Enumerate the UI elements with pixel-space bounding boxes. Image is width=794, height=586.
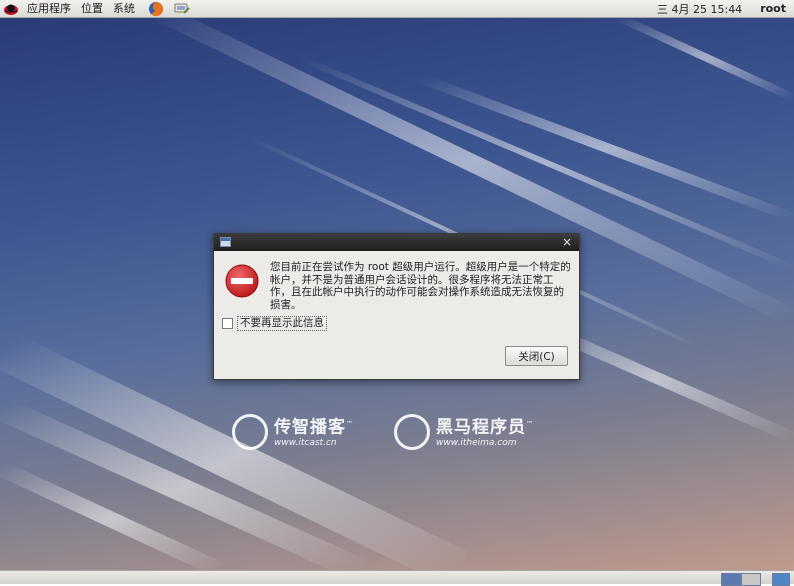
logo-itheima: 黑马程序员™ www.itheima.com [394,414,534,450]
close-button[interactable]: 关闭(C) [505,346,568,366]
menu-applications[interactable]: 应用程序 [22,0,76,18]
itheima-logo-url: www.itheima.com [436,437,517,448]
logo-itcast: 传智播客™ www.itcast.cn [232,414,354,450]
bottom-panel [0,570,794,586]
itcast-logo-name: 传智播客 [274,417,346,438]
close-icon[interactable]: × [562,235,572,249]
itcast-logo-url: www.itcast.cn [274,437,337,448]
itheima-logo-icon [394,414,430,450]
error-icon [225,264,259,298]
root-warning-dialog: × 您目前正在尝试作为 root 超级用户运行。超级用户是一个特定的帐户，并不是… [213,233,580,380]
dont-show-again-option[interactable]: 不要再显示此信息 [222,316,327,331]
clock[interactable]: 三 4月 25 15:44 [647,1,752,17]
dialog-window-icon [220,237,231,247]
menu-places[interactable]: 位置 [76,0,108,18]
firefox-icon[interactable] [148,1,164,17]
redhat-icon[interactable] [3,1,19,17]
top-panel: 应用程序 位置 系统 三 4月 25 15:44 root [0,0,794,18]
dialog-message: 您目前正在尝试作为 root 超级用户运行。超级用户是一个特定的帐户，并不是为普… [270,261,571,311]
itheima-trademark: ™ [526,420,534,429]
menu-system[interactable]: 系统 [108,0,140,18]
workspace-icon[interactable] [772,573,790,586]
user-menu[interactable]: root [752,2,794,15]
workspace-2-button[interactable] [741,573,761,586]
dont-show-again-checkbox[interactable] [222,318,233,329]
dont-show-again-label[interactable]: 不要再显示此信息 [237,316,327,331]
itheima-logo-name: 黑马程序员 [436,417,526,438]
dialog-titlebar[interactable]: × [214,234,579,251]
network-icon[interactable] [173,1,190,17]
itcast-logo-icon [232,414,268,450]
workspace-1-button[interactable] [721,573,741,586]
itcast-trademark: ™ [346,420,354,429]
